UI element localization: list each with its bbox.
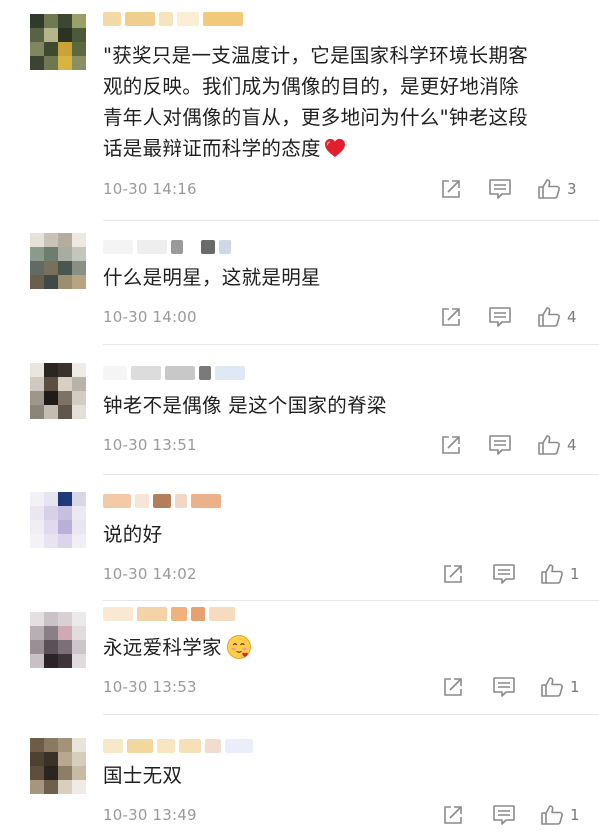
thumbs-up-icon	[541, 805, 563, 825]
avatar[interactable]	[30, 363, 86, 419]
like-button[interactable]: 1	[540, 563, 580, 585]
comment-text-line: 青年人对偶像的盲从，更多地问为什么"钟老这段	[103, 106, 529, 129]
comment-meta: 10-30 14:16 3	[103, 178, 583, 202]
comment-button[interactable]	[492, 804, 516, 826]
username-blurred[interactable]	[103, 364, 245, 382]
like-button[interactable]: 4	[537, 306, 577, 328]
share-button[interactable]	[442, 563, 464, 585]
share-button[interactable]	[442, 804, 464, 826]
avatar[interactable]	[30, 612, 86, 668]
comment-meta: 10-30 13:49 1	[103, 804, 583, 828]
comment-text-line: 钟老不是偶像 是这个国家的脊梁	[103, 394, 387, 417]
comment-text-line: 观的反映。我们成为偶像的目的，是更好地消除	[103, 75, 519, 98]
share-icon	[444, 806, 462, 824]
red-heart-icon	[324, 138, 345, 158]
username-blurred[interactable]	[103, 492, 221, 510]
comment-text-line: 国士无双	[103, 764, 183, 787]
comment-button[interactable]	[488, 434, 512, 456]
comment-icon	[489, 179, 511, 199]
like-button[interactable]: 1	[540, 804, 580, 826]
comment-time: 10-30 14:16	[103, 180, 197, 198]
username-blurred[interactable]	[103, 238, 231, 256]
comment-text: 什么是明星，这就是明星	[103, 262, 583, 293]
like-button[interactable]: 4	[537, 434, 577, 456]
comment-time: 10-30 14:02	[103, 565, 197, 583]
avatar[interactable]	[30, 233, 86, 289]
username-blurred[interactable]	[103, 10, 243, 28]
comment-icon	[493, 564, 515, 584]
thumbs-up-icon	[538, 179, 560, 199]
like-count: 3	[567, 180, 577, 198]
comment-text-line: "获奖只是一支温度计，它是国家科学环境长期客	[103, 44, 529, 67]
divider	[103, 714, 599, 715]
share-button[interactable]	[440, 434, 462, 456]
like-count: 1	[570, 806, 580, 824]
divider	[103, 600, 599, 601]
comment-text: 钟老不是偶像 是这个国家的脊梁	[103, 390, 583, 421]
comment-text-line: 永远爱科学家	[103, 636, 222, 659]
comment-text: 永远爱科学家	[103, 632, 583, 663]
like-count: 4	[567, 436, 577, 454]
comment-meta: 10-30 13:51 4	[103, 434, 583, 458]
comment-icon	[493, 677, 515, 697]
share-icon	[442, 308, 460, 326]
comment-text: 说的好	[103, 519, 583, 550]
comment-text: 国士无双	[103, 760, 583, 791]
share-icon	[444, 678, 462, 696]
share-button[interactable]	[440, 306, 462, 328]
avatar[interactable]	[30, 492, 86, 548]
comment-time: 10-30 13:53	[103, 678, 197, 696]
thumbs-up-icon	[538, 435, 560, 455]
divider	[103, 220, 599, 221]
share-icon	[444, 565, 462, 583]
divider	[103, 344, 599, 345]
comment-text-line: 说的好	[103, 523, 163, 546]
avatar[interactable]	[30, 14, 86, 70]
comment-button[interactable]	[488, 178, 512, 200]
comment-button[interactable]	[488, 306, 512, 328]
blushing-heart-face-emoji	[226, 635, 251, 659]
comment-button[interactable]	[492, 676, 516, 698]
comment-icon	[493, 805, 515, 825]
like-button[interactable]: 3	[537, 178, 577, 200]
like-count: 4	[567, 308, 577, 326]
comment-text: "获奖只是一支温度计，它是国家科学环境长期客 观的反映。我们成为偶像的目的，是更…	[103, 40, 583, 164]
like-count: 1	[570, 678, 580, 696]
comment-button[interactable]	[492, 563, 516, 585]
comment-meta: 10-30 14:02 1	[103, 563, 583, 587]
username-blurred[interactable]	[103, 605, 235, 623]
comment-text-line: 话是最辩证而科学的态度	[103, 137, 321, 160]
comment-time: 10-30 14:00	[103, 308, 197, 326]
like-button[interactable]: 1	[540, 676, 580, 698]
comment-meta: 10-30 14:00 4	[103, 306, 583, 330]
comment-icon	[489, 307, 511, 327]
divider	[103, 474, 599, 475]
thumbs-up-icon	[538, 307, 560, 327]
like-count: 1	[570, 565, 580, 583]
username-blurred[interactable]	[103, 737, 253, 755]
comment-text-line: 什么是明星，这就是明星	[103, 266, 321, 289]
avatar[interactable]	[30, 738, 86, 794]
thumbs-up-icon	[541, 677, 563, 697]
share-button[interactable]	[442, 676, 464, 698]
comment-meta: 10-30 13:53 1	[103, 676, 583, 700]
comment-time: 10-30 13:51	[103, 436, 197, 454]
thumbs-up-icon	[541, 564, 563, 584]
share-icon	[442, 436, 460, 454]
share-button[interactable]	[440, 178, 462, 200]
comment-icon	[489, 435, 511, 455]
share-icon	[442, 180, 460, 198]
comment-time: 10-30 13:49	[103, 806, 197, 824]
